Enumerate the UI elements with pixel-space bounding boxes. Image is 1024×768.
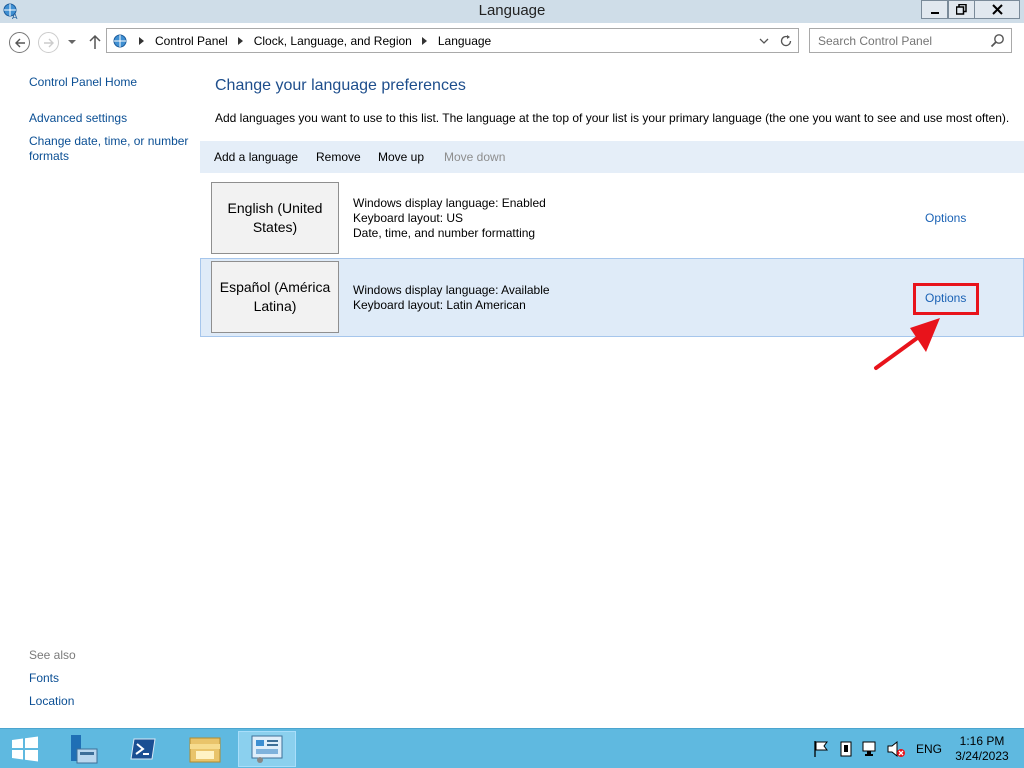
navigation-bar: Control Panel Clock, Language, and Regio… [0, 23, 1024, 59]
breadcrumb: Control Panel Clock, Language, and Regio… [111, 29, 491, 52]
language-toolbar: Add a language Remove Move up Move down [200, 141, 1024, 173]
move-up-button[interactable]: Move up [378, 150, 424, 164]
folder-icon [189, 737, 221, 763]
language-name-line1: English (United [227, 200, 323, 216]
display-language-status: Windows display language: Available [353, 283, 550, 297]
breadcrumb-separator-icon[interactable] [234, 34, 248, 48]
keyboard-layout: Keyboard layout: US [353, 211, 464, 225]
move-down-button[interactable]: Move down [444, 150, 505, 164]
close-button[interactable] [975, 0, 1020, 19]
taskbar: ENG 1:16 PM 3/24/2023 [0, 728, 1024, 768]
breadcrumb-control-panel[interactable]: Control Panel [155, 34, 228, 48]
minimize-button[interactable] [921, 0, 948, 19]
server-manager-icon [71, 735, 98, 764]
search-input[interactable] [810, 29, 988, 52]
advanced-settings-link[interactable]: Advanced settings [29, 111, 127, 125]
window-title: Language [478, 2, 546, 19]
language-name-line2: Latina) [253, 298, 297, 314]
control-panel-icon [251, 735, 283, 763]
language-name-line2: States) [252, 219, 298, 235]
title-bar: A Language [0, 0, 1024, 23]
powershell-taskbar-button[interactable] [118, 731, 168, 767]
address-bar[interactable]: Control Panel Clock, Language, and Regio… [106, 28, 799, 53]
back-button[interactable] [9, 32, 30, 53]
restore-button[interactable] [948, 0, 975, 19]
file-explorer-taskbar-button[interactable] [180, 731, 230, 767]
language-details: Windows display language: Enabled Keyboa… [353, 196, 546, 241]
close-icon [991, 4, 1003, 15]
control-panel-taskbar-button[interactable] [238, 731, 296, 767]
display-language-status: Windows display language: Enabled [353, 196, 546, 210]
forward-arrow-icon [43, 38, 54, 47]
page-description: Add languages you want to use to this li… [215, 111, 1010, 125]
change-date-time-formats-link[interactable]: Change date, time, or number [29, 134, 188, 148]
formatting-info: Date, time, and number formatting [353, 226, 536, 240]
breadcrumb-language[interactable]: Language [438, 34, 491, 48]
english-options-link[interactable]: Options [925, 211, 966, 225]
network-icon[interactable] [861, 739, 879, 759]
restore-icon [956, 4, 967, 15]
clock-date: 3/24/2023 [955, 749, 1009, 763]
up-arrow-icon[interactable] [86, 33, 104, 51]
change-date-time-formats-link-line2[interactable]: formats [29, 149, 69, 163]
red-pointer-arrow-icon [874, 318, 940, 370]
clock-time: 1:16 PM [959, 734, 1005, 748]
remove-button[interactable]: Remove [316, 150, 361, 164]
taskbar-clock[interactable]: 1:16 PM 3/24/2023 [952, 734, 1012, 764]
action-center-flag-icon[interactable] [812, 739, 830, 759]
fonts-link[interactable]: Fonts [29, 671, 59, 685]
server-manager-taskbar-button[interactable] [57, 731, 107, 767]
control-panel-icon [113, 34, 127, 47]
control-panel-home-link[interactable]: Control Panel Home [29, 75, 137, 89]
forward-button[interactable] [38, 32, 59, 53]
search-box[interactable] [809, 28, 1012, 53]
breadcrumb-separator-icon[interactable] [418, 34, 432, 48]
language-name-line1: Español (América [219, 279, 331, 295]
location-link[interactable]: Location [29, 694, 74, 708]
address-history-chevron-icon[interactable] [758, 35, 770, 47]
minimize-icon [930, 11, 939, 14]
back-arrow-icon [14, 38, 25, 47]
breadcrumb-clock-language-region[interactable]: Clock, Language, and Region [254, 34, 412, 48]
windows-logo-icon [12, 736, 38, 762]
language-row-english[interactable]: English (United States) Windows display … [200, 179, 1024, 259]
powershell-icon [130, 738, 156, 760]
page-title: Change your language preferences [215, 77, 466, 94]
refresh-icon[interactable] [778, 33, 794, 49]
volume-muted-icon[interactable] [886, 739, 906, 759]
recent-pages-dropdown-icon[interactable] [66, 36, 78, 48]
device-icon[interactable] [838, 739, 854, 759]
language-details: Windows display language: Available Keyb… [353, 283, 550, 313]
keyboard-layout: Keyboard layout: Latin American [353, 298, 526, 312]
input-language-indicator[interactable]: ENG [916, 742, 942, 756]
language-tile[interactable]: Español (América Latina) [211, 261, 339, 333]
add-language-button[interactable]: Add a language [214, 150, 298, 164]
breadcrumb-separator-icon[interactable] [135, 34, 149, 48]
start-button[interactable] [0, 731, 50, 767]
language-tile[interactable]: English (United States) [211, 182, 339, 254]
see-also-label: See also [29, 648, 76, 662]
search-icon[interactable] [990, 33, 1005, 48]
